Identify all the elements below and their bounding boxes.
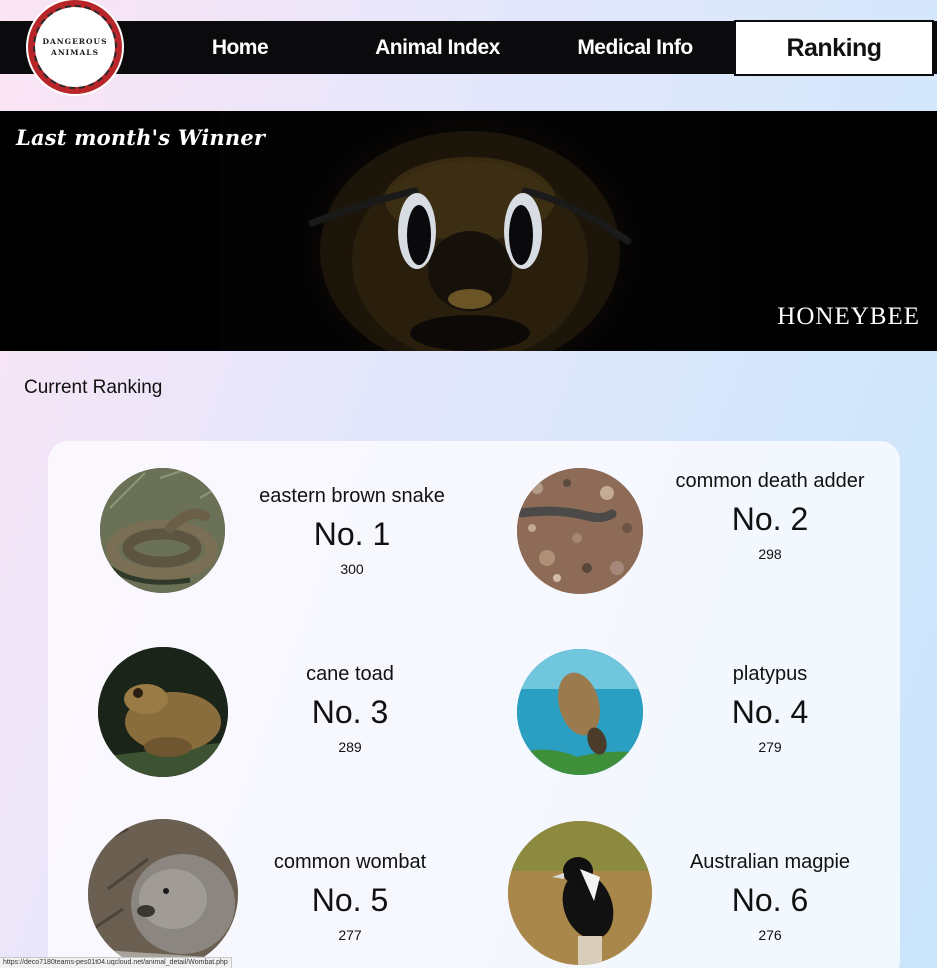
platypus-image[interactable] [517,649,643,775]
honeybee-image [220,111,720,351]
ranking-item[interactable]: cane toad No. 3 289 [48,619,474,789]
vote-count: 279 [758,739,782,755]
rank-number: No. 1 [313,516,391,552]
ranking-item[interactable]: eastern brown snake No. 1 300 [48,441,474,611]
rank-number: No. 6 [731,882,809,918]
ranking-item[interactable]: common death adder No. 2 298 [474,441,900,611]
animal-name: eastern brown snake [259,485,445,507]
common-death-adder-image[interactable] [517,468,643,594]
nav-ranking[interactable]: Ranking [734,20,934,76]
current-ranking-title: Current Ranking [24,377,163,398]
nav-home[interactable]: Home [180,21,300,74]
winner-title: Last month's Winner [16,125,266,150]
winner-animal-name: HONEYBEE [777,303,920,330]
cane-toad-image[interactable] [98,647,228,777]
vote-count: 277 [338,927,362,943]
eastern-brown-snake-image[interactable] [100,468,225,593]
nav-medical-info[interactable]: Medical Info [560,21,710,74]
site-logo[interactable]: DANGEROUS ANIMALS [28,0,122,94]
ranking-item[interactable]: Australian magpie No. 6 276 [474,799,900,968]
ranking-item[interactable]: platypus No. 4 279 [474,619,900,789]
rank-number: No. 3 [311,694,389,730]
top-navbar: Home Animal Index Medical Info Ranking [0,20,937,76]
winner-banner: Last month's Winner HONEYBEE [0,111,937,351]
vote-count: 298 [758,546,782,562]
logo-line2: ANIMALS [51,48,99,57]
animal-name: cane toad [306,663,394,685]
vote-count: 300 [340,561,364,577]
animal-name: platypus [732,663,808,685]
rank-number: No. 2 [731,501,809,537]
rank-number: No. 5 [311,882,389,918]
ranking-item[interactable]: common wombat No. 5 277 [48,799,474,968]
status-bar-url: https://deco7180teams-pes01t04.uqcloud.n… [0,957,232,968]
ranking-card: eastern brown snake No. 1 300 common dea… [48,441,900,968]
logo-line1: DANGEROUS [42,37,108,46]
common-wombat-image[interactable] [88,819,238,968]
australian-magpie-image[interactable] [508,821,652,965]
vote-count: 276 [758,927,782,943]
nav-animal-index[interactable]: Animal Index [360,21,515,74]
animal-name: Australian magpie [689,851,851,873]
animal-name: common wombat [273,851,427,873]
animal-name: common death adder [675,470,865,492]
vote-count: 289 [338,739,362,755]
rank-number: No. 4 [731,694,809,730]
